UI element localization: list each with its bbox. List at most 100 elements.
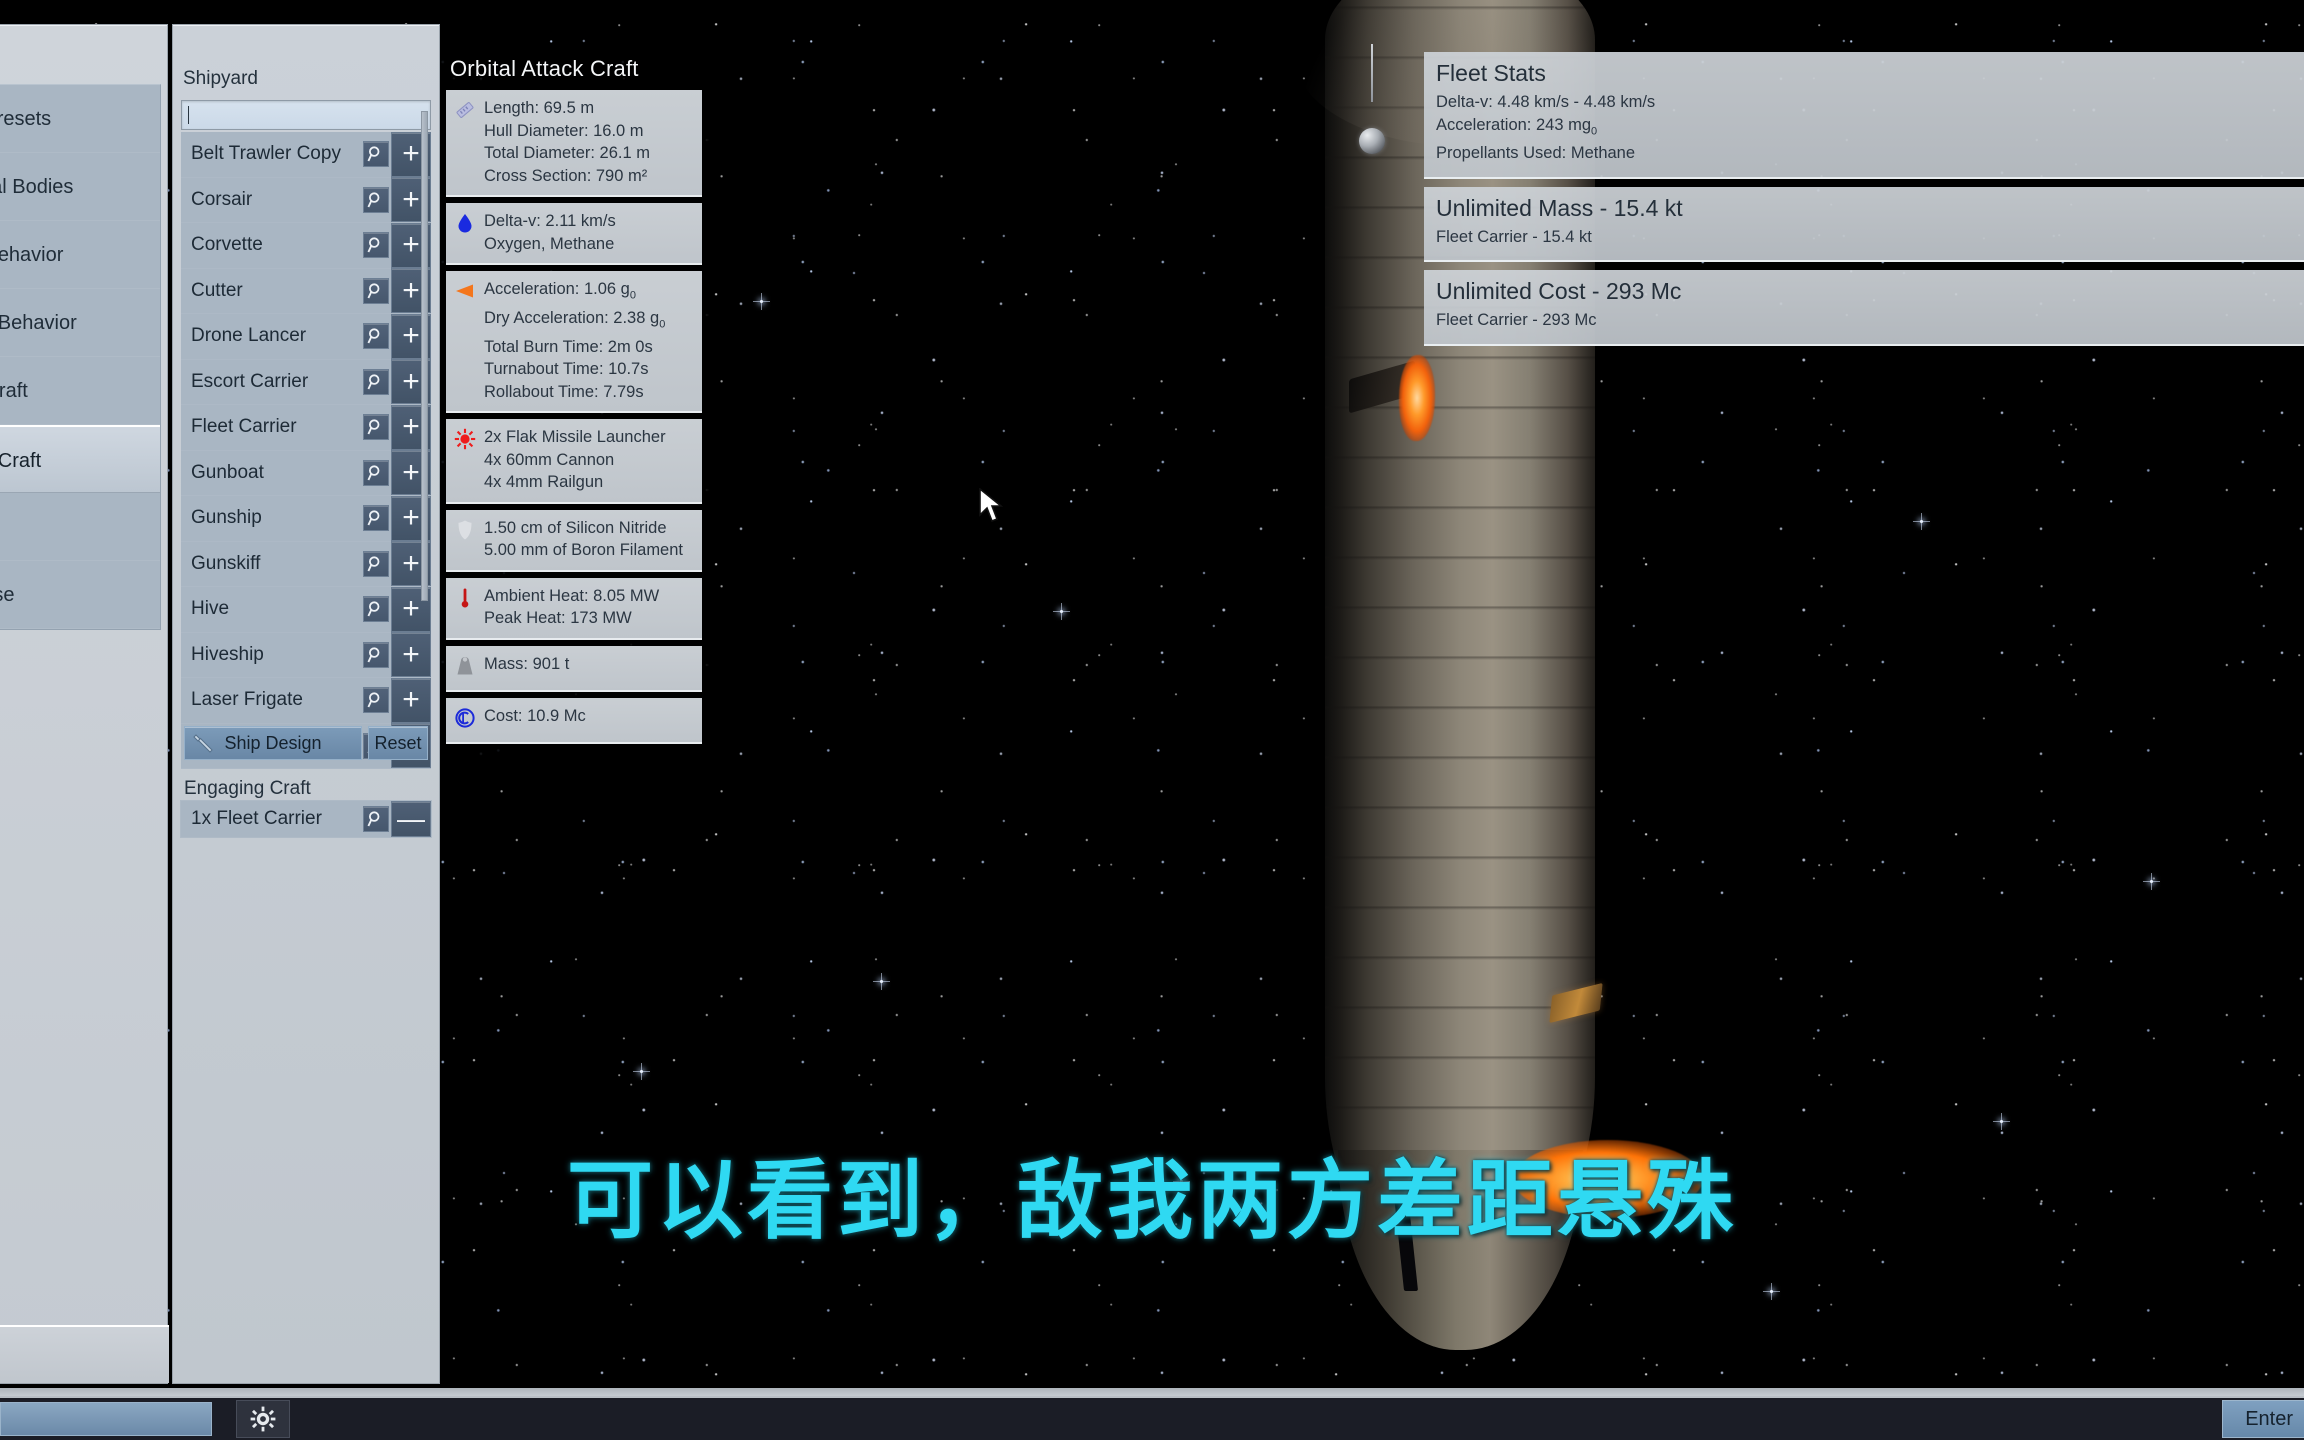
fleet-stats-card-heading: Unlimited Cost - 293 Mc [1436,278,1682,305]
reset-button[interactable]: Reset [368,726,428,760]
ship-stats-hud: Orbital Attack Craft Length: 69.5 m Hull … [440,48,708,758]
mouse-cursor [979,488,1004,523]
ship-list-item-label: Gunskiff [191,552,261,574]
currency-icon [455,707,475,728]
gear-icon[interactable] [236,1400,290,1438]
ship-stats-line: Cost: 10.9 Mc [484,706,586,725]
ruler-icon [454,97,476,126]
ship-stats-card: Cost: 10.9 Mc [446,697,702,744]
shipyard-list-scrollbar-thumb[interactable] [421,111,428,601]
ship-stats-line: Oxygen, Methane [484,234,615,253]
ship-design-button[interactable]: Ship Design [184,726,362,760]
ship-stats-cards: Length: 69.5 m Hull Diameter: 16.0 m Total… [446,90,702,744]
sidebar-item-allied-behavior[interactable]: Allied Behavior [0,221,160,289]
magnifier-icon [367,465,380,481]
ship-inspect-button[interactable] [363,641,389,668]
ship-stats-line: Delta-v: 2.11 km/s [484,212,616,230]
ship-list-item-label: Gunboat [191,461,264,483]
ship-inspect-button[interactable] [363,687,389,714]
ship-stats-line: Hull Diameter: 16.0 m [484,121,644,140]
ship-inspect-button[interactable] [363,596,389,623]
sidebar-item-label: Enemy Behavior [0,312,77,334]
fuel-droplet-icon [454,210,476,239]
ship-antenna-sphere [1359,128,1385,154]
ship-inspect-button[interactable] [363,232,389,259]
sidebar-item-es-in-use[interactable]: es In Use [0,561,160,629]
magnifier-icon [367,283,380,299]
ship-list-item[interactable]: Corsair + [181,177,431,223]
ship-list-item[interactable]: Hive + [181,586,431,633]
ship-list-item-label: Cutter [191,279,243,301]
ship-stats-title: Orbital Attack Craft [450,56,639,81]
ship-list-item[interactable]: Corvette + [181,222,431,269]
engaging-craft-label: Engaging Craft [184,778,311,799]
ship-stats-card-lines: Ambient Heat: 8.05 MW Peak Heat: 173 MW [484,585,694,630]
ship-inspect-button[interactable] [363,414,389,441]
star [633,1063,650,1080]
ship-stats-line: Acceleration: 1.06 g0 [484,280,636,302]
ship-list-item[interactable]: Escort Carrier + [181,359,431,405]
ship-add-button[interactable]: + [391,632,431,678]
ship-stats-card: 1.50 cm of Silicon Nitride 5.00 mm of Bor… [446,509,702,572]
mass-weight-icon [457,656,473,675]
ship-stats-line: 1.50 cm of Silicon Nitride [484,518,667,537]
ship-list-item[interactable]: Laser Frigate + [181,677,431,724]
ship-inspect-button[interactable] [363,368,389,395]
weapon-burst-icon [454,428,476,450]
enter-button-label: Enter [2245,1407,2293,1430]
sidebar-item-label: Allied Craft [0,380,28,402]
ship-list-item[interactable]: Gunship + [181,495,431,542]
options-sidebar-footer[interactable]: ction [0,1325,169,1383]
sidebar-item-level-presets[interactable]: Level Presets [0,85,160,153]
weapon-burst-icon [454,426,476,455]
engaging-craft-remove-button[interactable]: — [391,801,431,837]
shipyard-search-input[interactable] [181,100,431,130]
taskbar-app-button[interactable] [0,1402,212,1436]
magnifier-icon [367,510,380,526]
ship-stats-card-lines: Mass: 901 t [484,653,694,676]
ship-stats-card: Acceleration: 1.06 g0 Dry Acceleration: 2… [446,271,702,414]
magnifier-icon [367,192,380,208]
sidebar-item-enemy-craft[interactable]: Enemy Craft [0,425,160,493]
ship-add-button[interactable]: + [391,677,431,723]
ship-inspect-button[interactable] [363,323,389,350]
ship-inspect-button[interactable] [363,459,389,486]
sidebar-item-allied-craft[interactable]: Allied Craft [0,357,160,425]
currency-icon [454,705,476,734]
sidebar-item-celestial-bodies[interactable]: Celestial Bodies [0,153,160,221]
star [1913,513,1930,530]
ship-inspect-button[interactable] [363,186,389,213]
ship-stats-card: Ambient Heat: 8.05 MW Peak Heat: 173 MW [446,577,702,640]
ship-stats-line: Length: 69.5 m [484,99,595,117]
magnifier-icon [367,374,380,390]
sidebar-item-enemy-behavior[interactable]: Enemy Behavior [0,289,160,357]
armor-shield-icon [458,520,472,540]
magnifier-icon [367,328,380,344]
ship-stats-card-lines: 2x Flak Missile Launcher 4x 60mm Cannon 4x… [484,426,694,494]
wrench-icon [191,732,215,761]
ship-list-item[interactable]: Hiveship + [181,632,431,678]
ship-list-item-label: Fleet Carrier [191,416,297,438]
ship-inspect-button[interactable] [363,550,389,577]
options-sidebar-title: Options [0,35,167,84]
ship-list-item[interactable]: Fleet Carrier + [181,404,431,451]
ship-inspect-button[interactable] [363,277,389,304]
ship-list-item[interactable]: Drone Lancer + [181,313,431,360]
sidebar-item-in-use[interactable]: In Use [0,493,160,561]
ship-list-item[interactable]: Gunboat + [181,450,431,496]
engaging-craft-item-label: 1x Fleet Carrier [191,808,322,829]
ship-list-item[interactable]: Cutter + [181,268,431,314]
enter-button[interactable]: Enter [2222,1400,2304,1438]
thruster-icon [454,278,476,307]
ship-list-item-label: Corsair [191,188,253,210]
magnifier-icon [367,419,380,435]
engaging-craft-item[interactable]: 1x Fleet Carrier — [180,800,432,838]
ship-stats-card-lines: Cost: 10.9 Mc [484,705,694,728]
ship-list-item[interactable]: Belt Trawler Copy + [181,131,431,178]
engaging-craft-inspect-button[interactable] [363,806,389,832]
ship-list-item[interactable]: Gunskiff + [181,541,431,587]
ship-inspect-button[interactable] [363,141,389,168]
ship-stats-line: 2x Flak Missile Launcher [484,428,666,447]
fuel-droplet-icon [458,214,472,233]
ship-inspect-button[interactable] [363,505,389,532]
